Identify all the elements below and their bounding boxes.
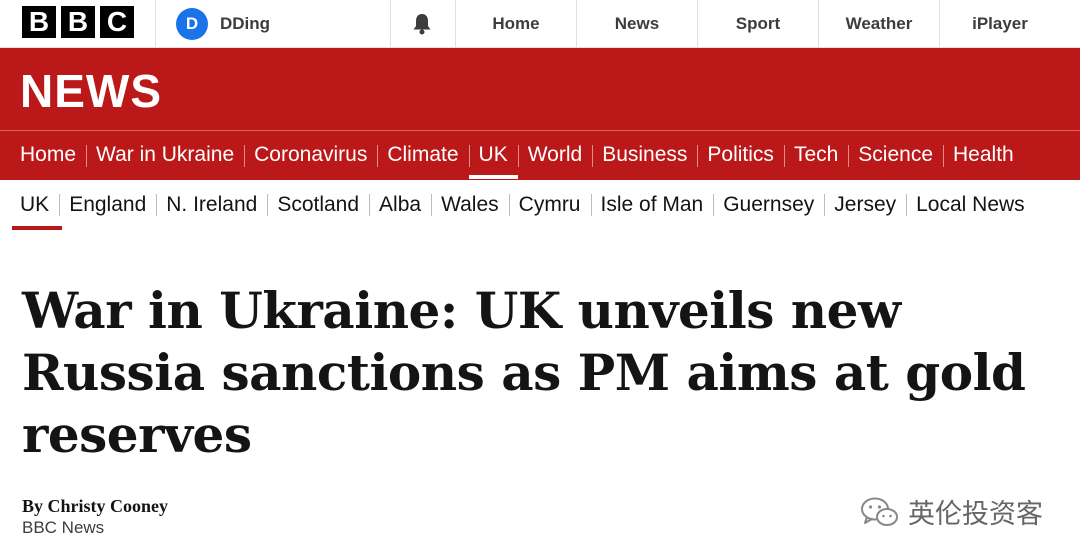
primary-nav-home[interactable]: Home [10,131,86,179]
bbc-logo[interactable]: B B C [22,6,134,38]
primary-nav-coronavirus[interactable]: Coronavirus [244,131,377,179]
byline-organisation: BBC News [22,518,105,537]
secondary-nav-local-news[interactable]: Local News [906,180,1035,230]
primary-nav-war-in-ukraine[interactable]: War in Ukraine [86,131,244,179]
article-headline: War in Ukraine: UK unveils new Russia sa… [22,281,1026,464]
secondary-nav-jersey[interactable]: Jersey [824,180,906,230]
watermark: 英伦投资客 [860,492,1043,531]
secondary-nav-scotland[interactable]: Scotland [267,180,369,230]
masthead-link-news[interactable]: News [577,0,697,47]
primary-nav-science[interactable]: Science [848,131,943,179]
secondary-nav-uk[interactable]: UK [10,180,63,230]
primary-nav-climate[interactable]: Climate [377,131,468,179]
primary-nav: Home War in Ukraine Coronavirus Climate … [10,131,1024,179]
masthead-link-weather[interactable]: Weather [819,0,939,47]
primary-nav-politics[interactable]: Politics [697,131,784,179]
news-banner: NEWS Home War in Ukraine Coronavirus Cli… [0,48,1080,180]
bbc-logo-letter: C [100,6,134,38]
secondary-nav-cymru[interactable]: Cymru [508,180,591,230]
primary-nav-uk[interactable]: UK [468,131,518,179]
primary-nav-health[interactable]: Health [943,131,1024,179]
masthead-link-iplayer[interactable]: iPlayer [940,0,1060,47]
secondary-nav-guernsey[interactable]: Guernsey [713,180,824,230]
primary-nav-tech[interactable]: Tech [783,131,848,179]
notifications-button[interactable] [390,0,454,47]
secondary-nav-n-ireland[interactable]: N. Ireland [156,180,267,230]
secondary-nav-alba[interactable]: Alba [369,180,431,230]
masthead-link-sport[interactable]: Sport [698,0,818,47]
account-button[interactable]: D DDing [176,8,270,40]
watermark-text: 英伦投资客 [908,499,1043,530]
bbc-logo-letter: B [22,6,56,38]
secondary-nav-england[interactable]: England [59,180,156,230]
bbc-masthead: B B C D DDing Home News Sport Weather iP… [0,0,1080,48]
masthead-link-home[interactable]: Home [456,0,576,47]
masthead-divider [155,0,156,47]
byline-author: By Christy Cooney [22,496,169,516]
bbc-logo-letter: B [61,6,95,38]
bell-icon [413,13,431,34]
avatar: D [176,8,208,40]
primary-nav-business[interactable]: Business [592,131,697,179]
wechat-icon [861,497,898,526]
account-name: DDing [220,14,271,33]
news-logo[interactable]: NEWS [20,64,162,118]
secondary-nav: UK England N. Ireland Scotland Alba Wale… [10,180,1035,230]
primary-nav-world[interactable]: World [517,131,592,179]
secondary-nav-isle-of-man[interactable]: Isle of Man [590,180,714,230]
secondary-nav-wales[interactable]: Wales [431,180,509,230]
